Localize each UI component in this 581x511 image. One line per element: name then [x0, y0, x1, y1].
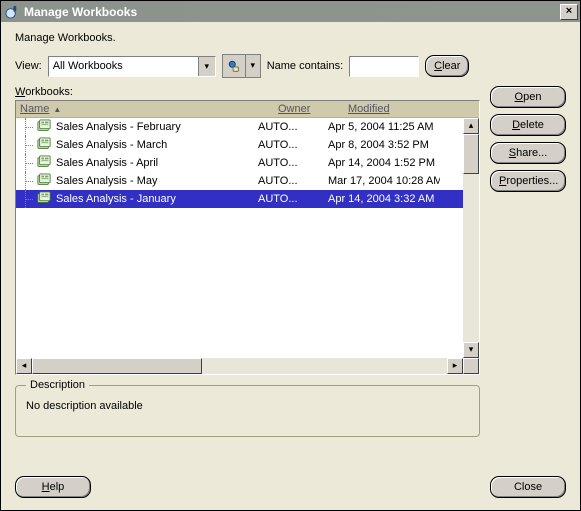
- help-button[interactable]: Help: [15, 476, 91, 498]
- tree-indent: [16, 118, 36, 136]
- clear-button[interactable]: Clear: [425, 55, 469, 77]
- workbook-icon: [36, 173, 56, 190]
- scroll-right-icon[interactable]: ▸: [447, 358, 463, 374]
- open-button[interactable]: Open: [490, 86, 566, 108]
- tree-indent: [16, 154, 36, 172]
- name-contains-label: Name contains:: [267, 60, 343, 72]
- scroll-down-icon[interactable]: ▾: [463, 342, 479, 358]
- vertical-scrollbar[interactable]: ▴ ▾: [463, 118, 479, 358]
- delete-button[interactable]: Delete: [490, 114, 566, 136]
- workbooks-grid: Name▲ Owner Modified Sales Analysis - Fe…: [15, 100, 480, 375]
- close-icon[interactable]: ×: [560, 4, 578, 20]
- app-icon: [5, 4, 20, 19]
- scroll-left-icon[interactable]: ◂: [16, 358, 32, 374]
- workbook-icon: [36, 137, 56, 154]
- grid-header[interactable]: Name▲ Owner Modified: [16, 101, 479, 118]
- workbook-owner: AUTO...: [254, 139, 324, 151]
- view-combo-value: All Workbooks: [49, 60, 198, 72]
- grid-body: Sales Analysis - FebruaryAUTO...Apr 5, 2…: [16, 118, 479, 374]
- workbook-owner: AUTO...: [254, 121, 324, 133]
- view-label: View:: [15, 60, 42, 72]
- table-row[interactable]: Sales Analysis - February AUTO...Apr 5, 2…: [16, 118, 463, 136]
- scroll-corner: [463, 358, 479, 374]
- workbook-name: Sales Analysis - January: [56, 193, 176, 205]
- table-row[interactable]: Sales Analysis - January AUTO...Apr 14, 2…: [16, 190, 463, 208]
- tree-indent: [16, 172, 36, 190]
- workbook-modified: Apr 8, 2004 3:52 PM: [324, 139, 440, 151]
- scroll-up-icon[interactable]: ▴: [463, 118, 479, 134]
- dialog-subtitle: Manage Workbooks.: [15, 32, 566, 44]
- close-button[interactable]: Close: [490, 476, 566, 498]
- titlebar: Manage Workbooks ×: [1, 1, 580, 22]
- view-combo[interactable]: All Workbooks ▾: [48, 56, 216, 77]
- table-row[interactable]: Sales Analysis - March AUTO...Apr 8, 2004…: [16, 136, 463, 154]
- table-row[interactable]: Sales Analysis - May AUTO...Mar 17, 2004 …: [16, 172, 463, 190]
- dialog-footer: Help Close: [15, 476, 566, 498]
- description-legend: Description: [26, 379, 89, 391]
- workbook-modified: Apr 5, 2004 11:25 AM: [324, 121, 440, 133]
- col-header-name[interactable]: Name▲: [16, 101, 274, 117]
- tree-indent: [16, 136, 36, 154]
- table-row[interactable]: Sales Analysis - April AUTO...Apr 14, 200…: [16, 154, 463, 172]
- chevron-down-icon[interactable]: ▾: [198, 57, 215, 76]
- col-header-modified[interactable]: Modified: [344, 101, 460, 117]
- workbook-icon: [36, 119, 56, 136]
- workbook-name: Sales Analysis - April: [56, 157, 158, 169]
- description-text: No description available: [26, 400, 469, 412]
- tree-indent: [16, 190, 36, 208]
- workbook-owner: AUTO...: [254, 175, 324, 187]
- workbook-name: Sales Analysis - March: [56, 139, 167, 151]
- scroll-thumb[interactable]: [463, 134, 479, 174]
- workbook-modified: Apr 14, 2004 3:32 AM: [324, 193, 440, 205]
- dialog-title: Manage Workbooks: [24, 5, 560, 19]
- workbook-owner: AUTO...: [254, 157, 324, 169]
- hscroll-thumb[interactable]: [32, 358, 202, 374]
- action-buttons: Open Delete Share... Properties...: [490, 86, 566, 437]
- col-header-owner[interactable]: Owner: [274, 101, 344, 117]
- description-group: Description No description available: [15, 385, 480, 437]
- workbook-modified: Apr 14, 2004 1:52 PM: [324, 157, 440, 169]
- share-button[interactable]: Share...: [490, 142, 566, 164]
- name-contains-input[interactable]: [349, 56, 419, 77]
- properties-button[interactable]: Properties...: [490, 170, 566, 192]
- workbook-name: Sales Analysis - May: [56, 175, 157, 187]
- horizontal-scrollbar[interactable]: ◂ ▸: [16, 358, 479, 374]
- refresh-icon[interactable]: [222, 54, 246, 78]
- workbook-modified: Mar 17, 2004 10:28 AM: [324, 175, 440, 187]
- refresh-dropdown-icon[interactable]: ▾: [246, 54, 261, 78]
- workbooks-label: Workbooks:: [15, 86, 480, 98]
- manage-workbooks-dialog: Manage Workbooks × Manage Workbooks. Vie…: [0, 0, 581, 511]
- filter-bar: View: All Workbooks ▾ ▾ Name contains: C…: [15, 54, 566, 78]
- workbook-icon: [36, 191, 56, 208]
- workbook-owner: AUTO...: [254, 193, 324, 205]
- workbook-name: Sales Analysis - February: [56, 121, 181, 133]
- workbook-icon: [36, 155, 56, 172]
